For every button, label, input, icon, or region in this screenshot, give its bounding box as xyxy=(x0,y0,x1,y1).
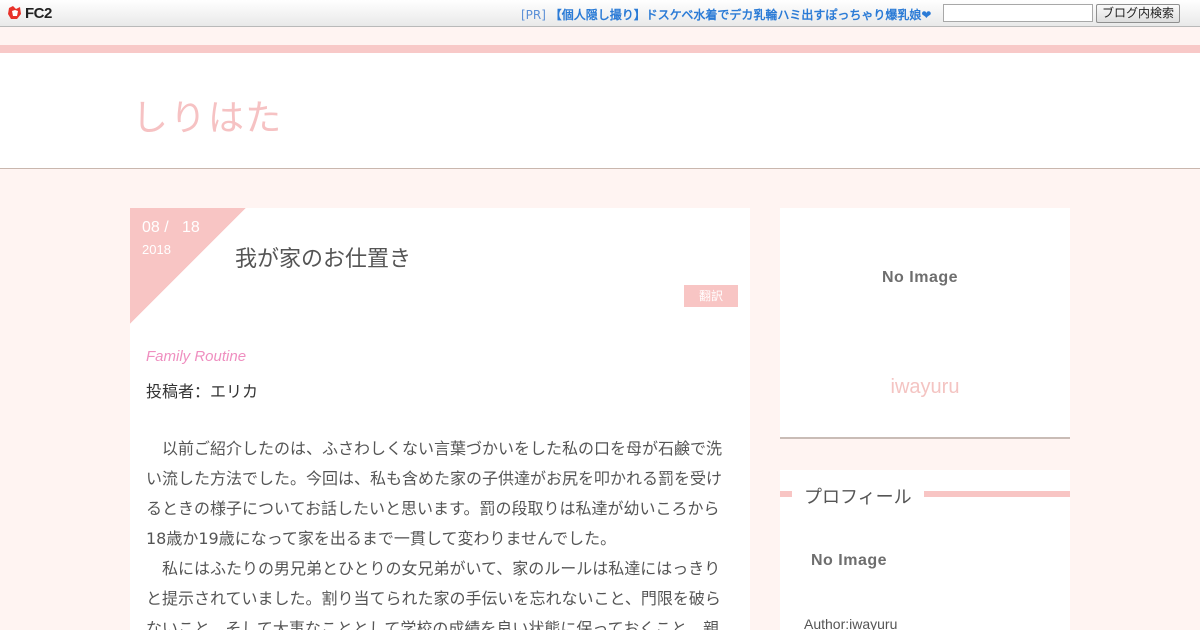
category-badge[interactable]: 翻訳 xyxy=(684,285,738,307)
article-paragraph: 私にはふたりの男兄弟とひとりの女兄弟がいて、家のルールは私達にはっきりと提示され… xyxy=(146,559,721,630)
blog-header: しりはた xyxy=(0,53,1200,169)
header-accent-line xyxy=(0,45,1200,53)
fc2-top-bar: FC2 [PR] 【個人隠し撮り】ドスケベ水着でデカ乳輪ハミ出すぽっちゃり爆乳娘… xyxy=(0,0,1200,27)
heading-bar-right xyxy=(924,491,1070,497)
pr-ad: [PR] 【個人隠し撮り】ドスケベ水着でデカ乳輪ハミ出すぽっちゃり爆乳娘❤ xyxy=(521,6,931,23)
article-title[interactable]: 我が家のお仕置き xyxy=(235,241,411,273)
profile-heading: プロフィール xyxy=(804,487,912,508)
sidebar-top-card: No Image iwayuru xyxy=(780,208,1070,439)
article-author: 投稿者：エリカ xyxy=(146,382,259,401)
heading-bar-left xyxy=(780,491,792,497)
article-body: 以前ご紹介したのは、ふさわしくない言葉づかいをした私の口を母が石鹸で洗い流した方… xyxy=(146,434,726,630)
profile-widget: プロフィール No Image Author:iwayuru xyxy=(780,470,1070,630)
blog-search-button[interactable]: ブログ内検索 xyxy=(1096,4,1180,23)
pr-link[interactable]: 【個人隠し撮り】ドスケベ水着でデカ乳輪ハミ出すぽっちゃり爆乳娘❤ xyxy=(550,8,932,22)
no-image-placeholder: No Image xyxy=(882,269,959,286)
profile-no-image: No Image xyxy=(811,552,888,569)
article-year: 2018 xyxy=(142,242,171,257)
article-paragraph: 以前ご紹介したのは、ふさわしくない言葉づかいをした私の口を母が石鹸で洗い流した方… xyxy=(146,439,723,548)
article-date: 08 / 18 xyxy=(142,219,200,236)
blog-search-input[interactable] xyxy=(943,4,1093,22)
pr-tag: [PR] xyxy=(521,8,546,22)
sidebar-name: iwayuru xyxy=(890,376,960,398)
fc2-logo[interactable]: FC2 xyxy=(7,4,52,22)
blog-title[interactable]: しりはた xyxy=(132,89,283,141)
fc2-logo-icon xyxy=(8,6,21,19)
fc2-logo-text: FC2 xyxy=(25,4,52,22)
profile-author: Author:iwayuru xyxy=(804,616,898,630)
article-subtitle: Family Routine xyxy=(146,348,247,365)
article: 08 / 18 2018 我が家のお仕置き 翻訳 Family Routine … xyxy=(130,208,750,630)
